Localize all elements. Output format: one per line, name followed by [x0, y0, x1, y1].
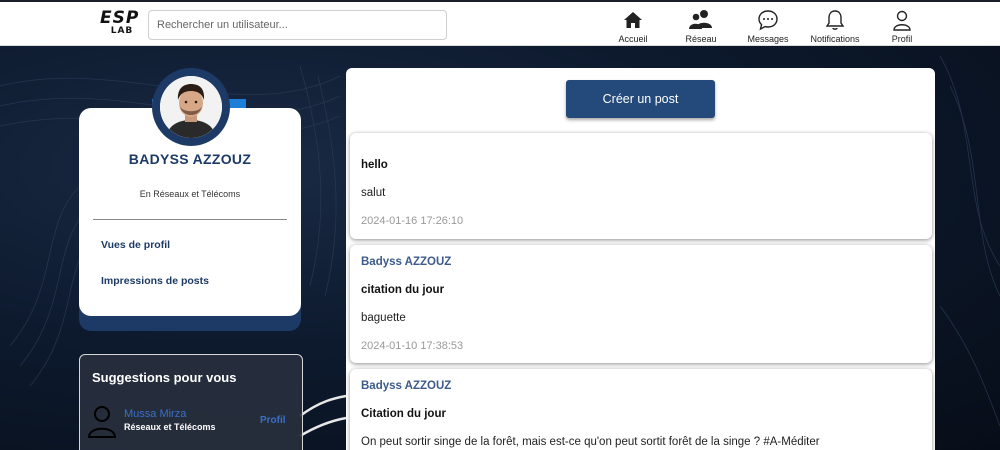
- create-post-button[interactable]: Créer un post: [566, 80, 715, 118]
- user-icon: [867, 6, 937, 31]
- top-navbar: ESP LAB Accueil Réseau Messages: [0, 0, 1000, 46]
- profile-name: BADYSS AZZOUZ: [128, 151, 252, 167]
- nav-notifications[interactable]: Notifications: [800, 6, 870, 46]
- nav-label: Messages: [747, 34, 789, 44]
- suggestions-title: Suggestions pour vous: [92, 370, 237, 385]
- profile-divider: [93, 219, 287, 220]
- profile-field: En Réseaux et Télécoms: [139, 189, 241, 199]
- suggestion-profile-link[interactable]: Profil: [260, 415, 286, 426]
- home-icon: [598, 6, 668, 30]
- nav-reseau[interactable]: Réseau: [666, 6, 736, 46]
- nav-label: Profil: [891, 34, 913, 44]
- nav-label: Notifications: [810, 34, 860, 44]
- nav-accueil[interactable]: Accueil: [598, 6, 668, 46]
- nav-profil[interactable]: Profil: [867, 6, 937, 46]
- post-body: salut: [361, 187, 386, 199]
- post-impressions-link[interactable]: Impressions de posts: [101, 275, 209, 287]
- post-author[interactable]: Badyss AZZOUZ: [361, 380, 451, 392]
- nav-label: Accueil: [618, 34, 648, 44]
- user-silhouette-icon: [86, 404, 118, 438]
- post-author[interactable]: Badyss AZZOUZ: [361, 256, 451, 268]
- esp-lab-logo[interactable]: ESP LAB: [100, 10, 144, 38]
- post-date: 2024-01-10 17:38:53: [361, 340, 464, 352]
- nav-messages[interactable]: Messages: [733, 6, 803, 46]
- post-date: 2024-01-16 17:26:10: [361, 215, 464, 227]
- messages-icon: [733, 6, 803, 31]
- avatar-photo: [160, 76, 222, 138]
- logo-top-text: ESP: [100, 8, 140, 28]
- network-icon: [666, 6, 736, 30]
- post-title: citation du jour: [361, 284, 445, 296]
- post-title: hello: [361, 159, 388, 171]
- suggestion-field: Réseaux et Télécoms: [124, 422, 216, 432]
- profile-views-link[interactable]: Vues de profil: [101, 239, 170, 251]
- bell-icon: [800, 6, 870, 30]
- post-body: baguette: [361, 312, 406, 324]
- suggestion-name[interactable]: Mussa Mirza: [124, 408, 186, 420]
- avatar[interactable]: [160, 76, 222, 138]
- post-title: Citation du jour: [361, 408, 446, 420]
- nav-label: Réseau: [685, 34, 717, 44]
- post-body: On peut sortir singe de la forêt, mais e…: [361, 436, 820, 448]
- search-input[interactable]: [148, 10, 447, 40]
